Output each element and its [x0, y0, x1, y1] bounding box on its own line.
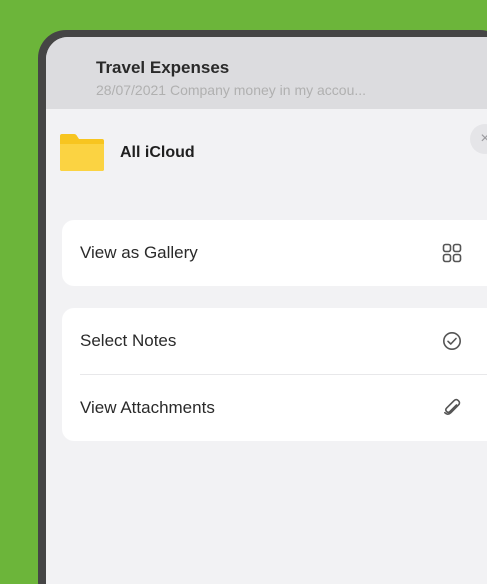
folder-name: All iCloud — [120, 144, 195, 161]
menu-group-view: View as Gallery — [62, 220, 487, 286]
menu-item-label: View Attachments — [80, 398, 215, 417]
checkmark-circle-icon — [440, 329, 464, 353]
paperclip-icon — [440, 396, 464, 420]
menu-item-label: Select Notes — [80, 331, 177, 350]
close-icon: × — [480, 130, 487, 147]
gallery-grid-icon — [440, 241, 464, 265]
app-screen: Travel Expenses 28/07/2021 Company money… — [46, 37, 487, 584]
folder-icon — [60, 134, 104, 171]
view-attachments-item[interactable]: View Attachments — [62, 375, 487, 441]
options-sheet: All iCloud × View as Gallery Select Note… — [46, 109, 487, 584]
select-notes-item[interactable]: Select Notes — [62, 308, 487, 374]
note-title: Travel Expenses — [96, 58, 230, 77]
close-button[interactable]: × — [470, 124, 487, 154]
note-list-item[interactable]: Travel Expenses 28/07/2021 Company money… — [46, 37, 487, 109]
note-subtitle: 28/07/2021 Company money in my accou... — [96, 82, 367, 98]
menu-group-actions: Select Notes View Attachments — [62, 308, 487, 441]
view-as-gallery-item[interactable]: View as Gallery — [62, 220, 487, 286]
menu-item-label: View as Gallery — [80, 243, 198, 262]
